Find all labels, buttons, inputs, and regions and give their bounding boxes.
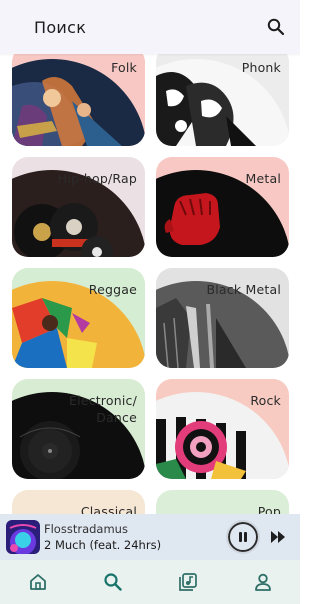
bottom-navigation (0, 560, 300, 604)
genre-card-rock[interactable]: Rock (156, 379, 289, 479)
genre-card-classical[interactable]: Classical (12, 490, 145, 514)
nav-home[interactable] (18, 562, 58, 602)
profile-icon (254, 573, 271, 591)
mini-player[interactable]: Flosstradamus 2 Much (feat. 24hrs) (0, 514, 300, 560)
artist-name: Flosstradamus (44, 521, 128, 536)
genre-card-electronic[interactable]: Electronic/ Dance (12, 379, 145, 479)
genre-label: Black Metal (206, 282, 281, 297)
nav-library[interactable] (168, 562, 208, 602)
genre-label: Electronic/ Dance (68, 393, 137, 425)
pause-button[interactable] (226, 520, 260, 554)
progress-ring (226, 520, 260, 554)
page-title: Поиск (34, 17, 87, 37)
genre-label: Pop (257, 504, 281, 514)
album-cover[interactable] (6, 520, 40, 554)
genre-label: Phonk (241, 60, 281, 75)
genre-card-black-metal[interactable]: Black Metal (156, 268, 289, 368)
genre-label: Classical (80, 504, 137, 514)
search-icon (103, 573, 122, 591)
home-icon (29, 574, 46, 590)
genre-card-reggae[interactable]: Reggae (12, 268, 145, 368)
genre-card-hiphop[interactable]: Hip-hop/Rap (12, 157, 145, 257)
now-playing-info[interactable]: Flosstradamus 2 Much (feat. 24hrs) (44, 522, 228, 553)
genre-label: Metal (245, 171, 281, 186)
track-title: 2 Much (feat. 24hrs) (44, 537, 162, 552)
genre-label: Reggae (88, 282, 137, 297)
skip-next-icon (271, 531, 285, 543)
nav-search[interactable] (93, 562, 133, 602)
skip-next-button[interactable] (266, 525, 290, 549)
search-button[interactable] (264, 15, 288, 39)
search-icon (267, 18, 285, 36)
genre-card-folk[interactable]: Folk (12, 46, 145, 146)
genre-card-pop[interactable]: Pop (156, 490, 289, 514)
search-screen: Folk Phonk Hip-hop/Rap Metal Reggae Blac… (0, 0, 300, 604)
genre-card-phonk[interactable]: Phonk (156, 46, 289, 146)
genre-label: Hip-hop/Rap (57, 171, 137, 186)
genre-grid[interactable]: Folk Phonk Hip-hop/Rap Metal Reggae Blac… (0, 0, 300, 514)
album-art-image (6, 520, 40, 554)
genre-label: Folk (111, 60, 137, 75)
music-library-icon (178, 573, 197, 591)
genre-label: Rock (250, 393, 281, 408)
app-header: Поиск (0, 0, 300, 54)
nav-profile[interactable] (243, 562, 283, 602)
genre-card-metal[interactable]: Metal (156, 157, 289, 257)
